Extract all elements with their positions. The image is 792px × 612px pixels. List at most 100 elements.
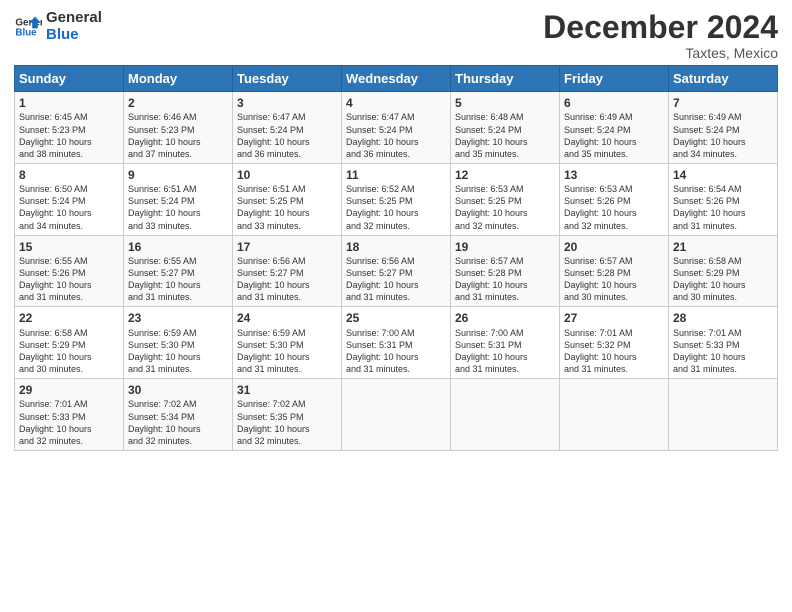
day-info: Sunrise: 6:57 AM Sunset: 5:28 PM Dayligh… [564, 255, 664, 304]
day-number: 29 [19, 382, 119, 398]
calendar-cell: 18Sunrise: 6:56 AM Sunset: 5:27 PM Dayli… [342, 235, 451, 307]
day-info: Sunrise: 6:59 AM Sunset: 5:30 PM Dayligh… [128, 327, 228, 376]
day-number: 18 [346, 239, 446, 255]
day-info: Sunrise: 7:02 AM Sunset: 5:35 PM Dayligh… [237, 398, 337, 447]
logo: General Blue General Blue [14, 10, 102, 43]
day-number: 10 [237, 167, 337, 183]
day-info: Sunrise: 6:51 AM Sunset: 5:25 PM Dayligh… [237, 183, 337, 232]
header-row: General Blue General Blue December 2024 … [14, 10, 778, 61]
day-info: Sunrise: 6:52 AM Sunset: 5:25 PM Dayligh… [346, 183, 446, 232]
day-info: Sunrise: 6:47 AM Sunset: 5:24 PM Dayligh… [346, 111, 446, 160]
header-day-wednesday: Wednesday [342, 66, 451, 92]
calendar-cell: 25Sunrise: 7:00 AM Sunset: 5:31 PM Dayli… [342, 307, 451, 379]
calendar-cell: 8Sunrise: 6:50 AM Sunset: 5:24 PM Daylig… [15, 163, 124, 235]
svg-text:Blue: Blue [15, 27, 37, 38]
month-title: December 2024 [543, 10, 778, 45]
header-day-tuesday: Tuesday [233, 66, 342, 92]
calendar-body: 1Sunrise: 6:45 AM Sunset: 5:23 PM Daylig… [15, 92, 778, 451]
day-info: Sunrise: 6:56 AM Sunset: 5:27 PM Dayligh… [346, 255, 446, 304]
calendar-cell: 14Sunrise: 6:54 AM Sunset: 5:26 PM Dayli… [669, 163, 778, 235]
day-number: 2 [128, 95, 228, 111]
day-number: 11 [346, 167, 446, 183]
day-number: 7 [673, 95, 773, 111]
day-number: 23 [128, 310, 228, 326]
day-info: Sunrise: 7:01 AM Sunset: 5:33 PM Dayligh… [673, 327, 773, 376]
calendar-week-2: 8Sunrise: 6:50 AM Sunset: 5:24 PM Daylig… [15, 163, 778, 235]
day-info: Sunrise: 7:01 AM Sunset: 5:32 PM Dayligh… [564, 327, 664, 376]
calendar-cell: 7Sunrise: 6:49 AM Sunset: 5:24 PM Daylig… [669, 92, 778, 164]
calendar-cell: 27Sunrise: 7:01 AM Sunset: 5:32 PM Dayli… [560, 307, 669, 379]
calendar-cell: 20Sunrise: 6:57 AM Sunset: 5:28 PM Dayli… [560, 235, 669, 307]
calendar-cell: 22Sunrise: 6:58 AM Sunset: 5:29 PM Dayli… [15, 307, 124, 379]
main-container: General Blue General Blue December 2024 … [0, 0, 792, 461]
calendar-cell: 24Sunrise: 6:59 AM Sunset: 5:30 PM Dayli… [233, 307, 342, 379]
day-number: 21 [673, 239, 773, 255]
header-row-days: SundayMondayTuesdayWednesdayThursdayFrid… [15, 66, 778, 92]
calendar-cell: 11Sunrise: 6:52 AM Sunset: 5:25 PM Dayli… [342, 163, 451, 235]
day-number: 6 [564, 95, 664, 111]
day-number: 20 [564, 239, 664, 255]
logo-text-line2: Blue [46, 27, 102, 44]
calendar-cell: 6Sunrise: 6:49 AM Sunset: 5:24 PM Daylig… [560, 92, 669, 164]
calendar-cell: 10Sunrise: 6:51 AM Sunset: 5:25 PM Dayli… [233, 163, 342, 235]
day-info: Sunrise: 6:53 AM Sunset: 5:26 PM Dayligh… [564, 183, 664, 232]
calendar-week-5: 29Sunrise: 7:01 AM Sunset: 5:33 PM Dayli… [15, 379, 778, 451]
calendar-cell: 17Sunrise: 6:56 AM Sunset: 5:27 PM Dayli… [233, 235, 342, 307]
calendar-cell: 1Sunrise: 6:45 AM Sunset: 5:23 PM Daylig… [15, 92, 124, 164]
calendar-cell [560, 379, 669, 451]
day-info: Sunrise: 6:55 AM Sunset: 5:27 PM Dayligh… [128, 255, 228, 304]
day-info: Sunrise: 6:51 AM Sunset: 5:24 PM Dayligh… [128, 183, 228, 232]
calendar-week-4: 22Sunrise: 6:58 AM Sunset: 5:29 PM Dayli… [15, 307, 778, 379]
day-info: Sunrise: 6:49 AM Sunset: 5:24 PM Dayligh… [564, 111, 664, 160]
day-info: Sunrise: 6:50 AM Sunset: 5:24 PM Dayligh… [19, 183, 119, 232]
day-number: 19 [455, 239, 555, 255]
calendar-cell: 23Sunrise: 6:59 AM Sunset: 5:30 PM Dayli… [124, 307, 233, 379]
day-number: 12 [455, 167, 555, 183]
day-info: Sunrise: 6:53 AM Sunset: 5:25 PM Dayligh… [455, 183, 555, 232]
location: Taxtes, Mexico [543, 45, 778, 61]
calendar-table: SundayMondayTuesdayWednesdayThursdayFrid… [14, 65, 778, 451]
day-number: 8 [19, 167, 119, 183]
day-number: 15 [19, 239, 119, 255]
day-number: 1 [19, 95, 119, 111]
calendar-cell: 21Sunrise: 6:58 AM Sunset: 5:29 PM Dayli… [669, 235, 778, 307]
day-info: Sunrise: 6:59 AM Sunset: 5:30 PM Dayligh… [237, 327, 337, 376]
calendar-cell: 16Sunrise: 6:55 AM Sunset: 5:27 PM Dayli… [124, 235, 233, 307]
day-info: Sunrise: 6:54 AM Sunset: 5:26 PM Dayligh… [673, 183, 773, 232]
day-info: Sunrise: 6:58 AM Sunset: 5:29 PM Dayligh… [673, 255, 773, 304]
calendar-cell: 12Sunrise: 6:53 AM Sunset: 5:25 PM Dayli… [451, 163, 560, 235]
day-number: 9 [128, 167, 228, 183]
day-info: Sunrise: 6:45 AM Sunset: 5:23 PM Dayligh… [19, 111, 119, 160]
day-number: 17 [237, 239, 337, 255]
calendar-cell: 5Sunrise: 6:48 AM Sunset: 5:24 PM Daylig… [451, 92, 560, 164]
day-info: Sunrise: 7:00 AM Sunset: 5:31 PM Dayligh… [346, 327, 446, 376]
day-info: Sunrise: 6:47 AM Sunset: 5:24 PM Dayligh… [237, 111, 337, 160]
day-info: Sunrise: 7:00 AM Sunset: 5:31 PM Dayligh… [455, 327, 555, 376]
day-number: 16 [128, 239, 228, 255]
day-number: 22 [19, 310, 119, 326]
day-number: 26 [455, 310, 555, 326]
calendar-cell: 26Sunrise: 7:00 AM Sunset: 5:31 PM Dayli… [451, 307, 560, 379]
day-number: 3 [237, 95, 337, 111]
calendar-week-3: 15Sunrise: 6:55 AM Sunset: 5:26 PM Dayli… [15, 235, 778, 307]
calendar-cell: 4Sunrise: 6:47 AM Sunset: 5:24 PM Daylig… [342, 92, 451, 164]
day-number: 28 [673, 310, 773, 326]
day-info: Sunrise: 6:58 AM Sunset: 5:29 PM Dayligh… [19, 327, 119, 376]
day-number: 5 [455, 95, 555, 111]
calendar-header: SundayMondayTuesdayWednesdayThursdayFrid… [15, 66, 778, 92]
calendar-cell [342, 379, 451, 451]
logo-text-line1: General [46, 10, 102, 27]
calendar-cell: 13Sunrise: 6:53 AM Sunset: 5:26 PM Dayli… [560, 163, 669, 235]
day-number: 14 [673, 167, 773, 183]
day-info: Sunrise: 6:49 AM Sunset: 5:24 PM Dayligh… [673, 111, 773, 160]
day-info: Sunrise: 6:46 AM Sunset: 5:23 PM Dayligh… [128, 111, 228, 160]
day-info: Sunrise: 6:55 AM Sunset: 5:26 PM Dayligh… [19, 255, 119, 304]
title-block: December 2024 Taxtes, Mexico [543, 10, 778, 61]
day-number: 24 [237, 310, 337, 326]
day-info: Sunrise: 6:48 AM Sunset: 5:24 PM Dayligh… [455, 111, 555, 160]
day-number: 27 [564, 310, 664, 326]
day-number: 31 [237, 382, 337, 398]
day-number: 25 [346, 310, 446, 326]
header-day-friday: Friday [560, 66, 669, 92]
day-info: Sunrise: 7:01 AM Sunset: 5:33 PM Dayligh… [19, 398, 119, 447]
